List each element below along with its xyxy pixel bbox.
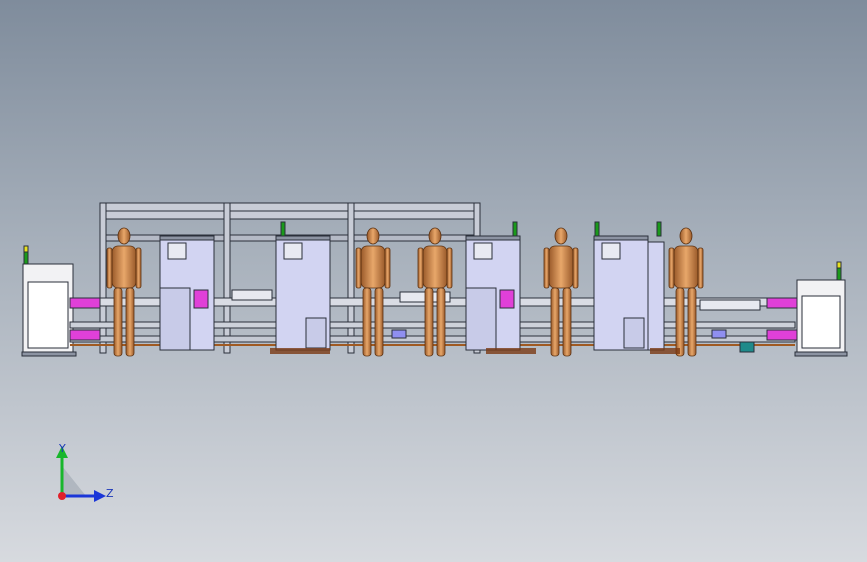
axis-triad: Y Z — [40, 440, 120, 520]
axis-triad-graphic — [56, 446, 106, 502]
machine-station-2 — [275, 221, 331, 351]
machine-station-4 — [593, 221, 665, 351]
cad-viewport[interactable]: Y Z — [0, 0, 867, 562]
left-loader-station — [21, 245, 77, 357]
x-axis-marker — [58, 492, 66, 500]
machine-station-1 — [159, 235, 215, 351]
z-axis-label: Z — [106, 487, 114, 500]
y-axis-label: Y — [59, 442, 66, 455]
assembly-line-model[interactable] — [0, 0, 867, 562]
right-unloader-station — [794, 261, 848, 357]
machine-station-3 — [465, 221, 521, 351]
